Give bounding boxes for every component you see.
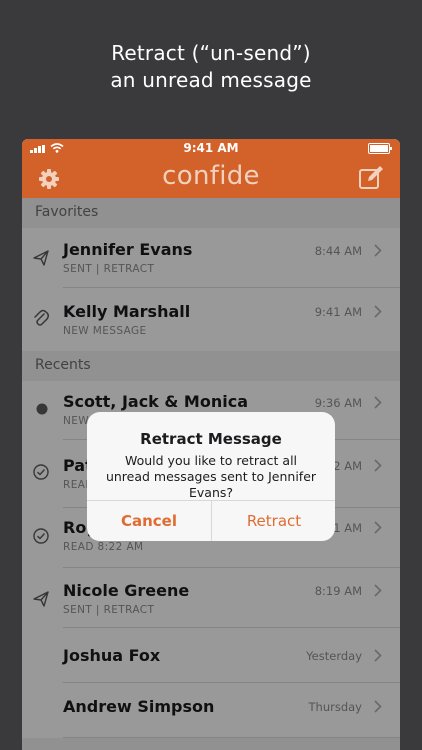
status-bar: 9:41 AM — [22, 139, 400, 157]
promo-line-2: an unread message — [110, 68, 312, 92]
promo-caption: Retract (“un-send”) an unread message — [0, 40, 422, 94]
app-logo: confide — [162, 161, 260, 191]
compose-icon[interactable] — [358, 165, 384, 191]
app-header: 9:41 AM confide — [22, 139, 400, 198]
dialog-title: Retract Message — [140, 430, 282, 448]
promo-line-1: Retract (“un-send”) — [111, 41, 311, 65]
dialog-message: Would you like to retract all unread mes… — [105, 453, 317, 500]
retract-alert-dialog: Retract Message Would you like to retrac… — [87, 412, 335, 541]
retract-button[interactable]: Retract — [212, 501, 335, 541]
status-time: 9:41 AM — [183, 141, 239, 155]
battery-icon — [368, 143, 392, 154]
cancel-button[interactable]: Cancel — [87, 501, 211, 541]
